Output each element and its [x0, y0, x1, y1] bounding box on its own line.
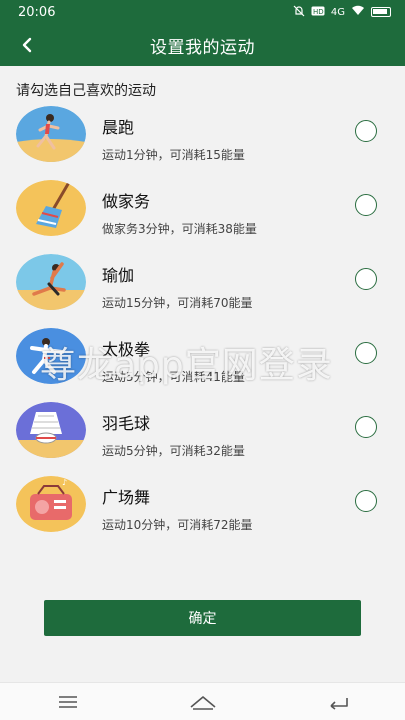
status-time: 20:06 — [18, 4, 56, 20]
sport-radio[interactable] — [355, 490, 377, 512]
sport-radio[interactable] — [355, 194, 377, 216]
mute-icon — [293, 5, 305, 20]
sport-radio[interactable] — [355, 342, 377, 364]
selection-prompt: 请勾选自己喜欢的运动 — [16, 83, 156, 99]
yoga-icon — [16, 254, 86, 310]
status-icons: HD 4G — [293, 5, 391, 20]
wifi-icon — [351, 5, 365, 19]
sport-text: 太极拳 运动5分钟，可消耗41能量 — [102, 336, 245, 385]
signal-4g-icon: 4G — [330, 6, 345, 18]
sport-desc: 运动10分钟，可消耗72能量 — [102, 518, 253, 532]
sport-name: 晨跑 — [102, 118, 135, 137]
sport-item-running[interactable]: 晨跑 运动1分钟，可消耗15能量 — [0, 100, 405, 174]
menu-icon[interactable] — [48, 687, 88, 717]
sport-desc: 做家务3分钟，可消耗38能量 — [102, 222, 257, 236]
sport-item-housework[interactable]: 做家务 做家务3分钟，可消耗38能量 — [0, 174, 405, 248]
back-icon[interactable] — [318, 687, 358, 717]
sport-radio[interactable] — [355, 120, 377, 142]
taichi-icon — [16, 328, 86, 384]
sport-item-badminton[interactable]: 羽毛球 运动5分钟，可消耗32能量 — [0, 396, 405, 470]
sport-desc: 运动5分钟，可消耗41能量 — [102, 370, 245, 384]
sport-text: 做家务 做家务3分钟，可消耗38能量 — [102, 188, 257, 237]
sport-text: 羽毛球 运动5分钟，可消耗32能量 — [102, 410, 245, 459]
battery-icon — [371, 7, 391, 17]
svg-text:HD: HD — [313, 8, 324, 16]
sport-text: 晨跑 运动1分钟，可消耗15能量 — [102, 114, 245, 163]
sport-name: 做家务 — [102, 192, 151, 211]
page-title: 设置我的运动 — [150, 37, 255, 58]
sport-desc: 运动5分钟，可消耗32能量 — [102, 444, 245, 458]
back-button[interactable] — [10, 28, 44, 62]
sport-radio[interactable] — [355, 416, 377, 438]
running-icon — [16, 106, 86, 162]
sports-list: 晨跑 运动1分钟，可消耗15能量 做家务 做家务3分钟，可消耗38能量 瑜伽 运… — [0, 100, 405, 544]
sport-desc: 运动15分钟，可消耗70能量 — [102, 296, 253, 310]
sport-name: 羽毛球 — [102, 414, 151, 433]
sport-item-square-dance[interactable]: ♪ 广场舞 运动10分钟，可消耗72能量 — [0, 470, 405, 544]
sport-name: 广场舞 — [102, 488, 151, 507]
chevron-left-icon — [22, 37, 32, 53]
radio-icon: ♪ — [16, 476, 86, 532]
hd-icon: HD — [311, 6, 325, 19]
sport-text: 广场舞 运动10分钟，可消耗72能量 — [102, 484, 253, 533]
sport-name: 瑜伽 — [102, 266, 135, 285]
status-bar: 20:06 HD 4G — [0, 0, 405, 24]
broom-icon — [16, 180, 86, 236]
sport-desc: 运动1分钟，可消耗15能量 — [102, 148, 245, 162]
system-nav-bar — [0, 682, 405, 720]
sport-item-yoga[interactable]: 瑜伽 运动15分钟，可消耗70能量 — [0, 248, 405, 322]
confirm-button[interactable]: 确定 — [44, 600, 361, 636]
svg-text:♪: ♪ — [62, 478, 67, 487]
sport-text: 瑜伽 运动15分钟，可消耗70能量 — [102, 262, 253, 311]
sport-name: 太极拳 — [102, 340, 151, 359]
home-icon[interactable] — [183, 687, 223, 717]
sport-item-taichi[interactable]: 太极拳 运动5分钟，可消耗41能量 — [0, 322, 405, 396]
shuttlecock-icon — [16, 402, 86, 458]
app-bar: 设置我的运动 — [0, 24, 405, 66]
sport-radio[interactable] — [355, 268, 377, 290]
